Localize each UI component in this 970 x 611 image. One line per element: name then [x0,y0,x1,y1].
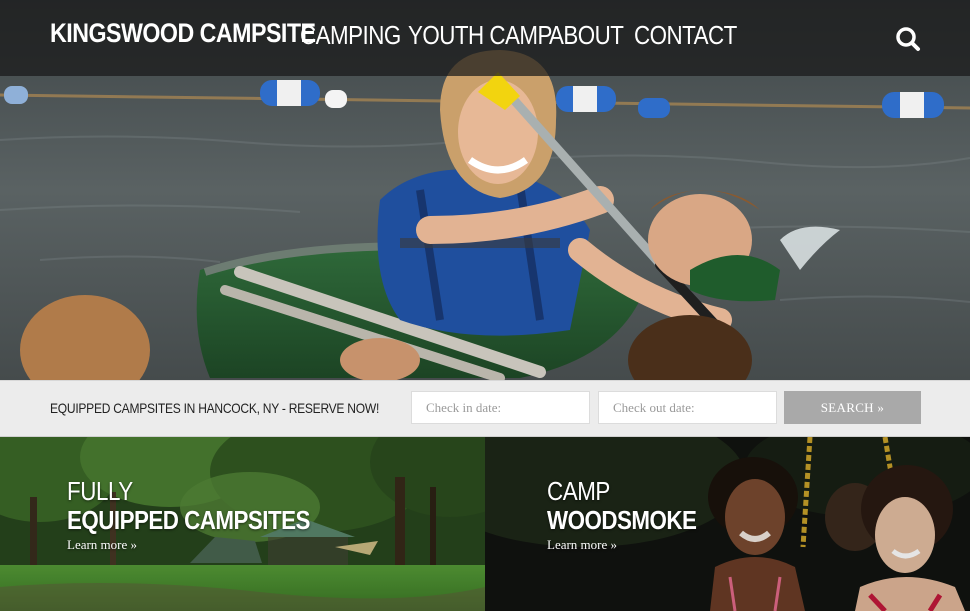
checkin-date-input[interactable] [411,391,590,424]
site-logo[interactable]: KINGSWOOD CAMPSITE [50,18,316,49]
reservation-tagline: EQUIPPED CAMPSITES IN HANCOCK, NY - RESE… [50,400,380,416]
promo-text-woodsmoke: CAMP WOODSMOKE Learn more » [547,477,721,554]
promo-kicker: CAMP [547,476,610,506]
checkout-date-input[interactable] [598,391,777,424]
learn-more-link-woodsmoke[interactable]: Learn more » [547,537,617,553]
page: KINGSWOOD CAMPSITE CAMPING YOUTH CAMP AB… [0,0,970,611]
top-nav: KINGSWOOD CAMPSITE CAMPING YOUTH CAMP AB… [0,0,970,76]
nav-item-camping[interactable]: CAMPING [300,20,401,51]
reservation-bar: EQUIPPED CAMPSITES IN HANCOCK, NY - RESE… [0,380,970,437]
nav-item-about[interactable]: ABOUT [549,20,624,51]
nav-item-youth-camp[interactable]: YOUTH CAMP [408,20,552,51]
search-button[interactable] [893,24,923,54]
nav-item-contact[interactable]: CONTACT [634,20,737,51]
learn-more-link-campsites[interactable]: Learn more » [67,537,137,553]
promo-heading: EQUIPPED CAMPSITES [67,505,310,535]
promo-tile-woodsmoke[interactable]: CAMP WOODSMOKE Learn more » [485,437,970,611]
main-menu: CAMPING YOUTH CAMP ABOUT CONTACT [300,20,744,51]
promo-heading: WOODSMOKE [547,505,697,535]
search-icon [896,27,920,51]
promo-tile-campsites[interactable]: FULLY EQUIPPED CAMPSITES Learn more » [0,437,485,611]
promo-kicker: FULLY [67,476,133,506]
search-availability-button[interactable]: SEARCH » [784,391,921,424]
hero-banner: KINGSWOOD CAMPSITE CAMPING YOUTH CAMP AB… [0,0,970,380]
promo-text-campsites: FULLY EQUIPPED CAMPSITES Learn more » [67,477,349,554]
